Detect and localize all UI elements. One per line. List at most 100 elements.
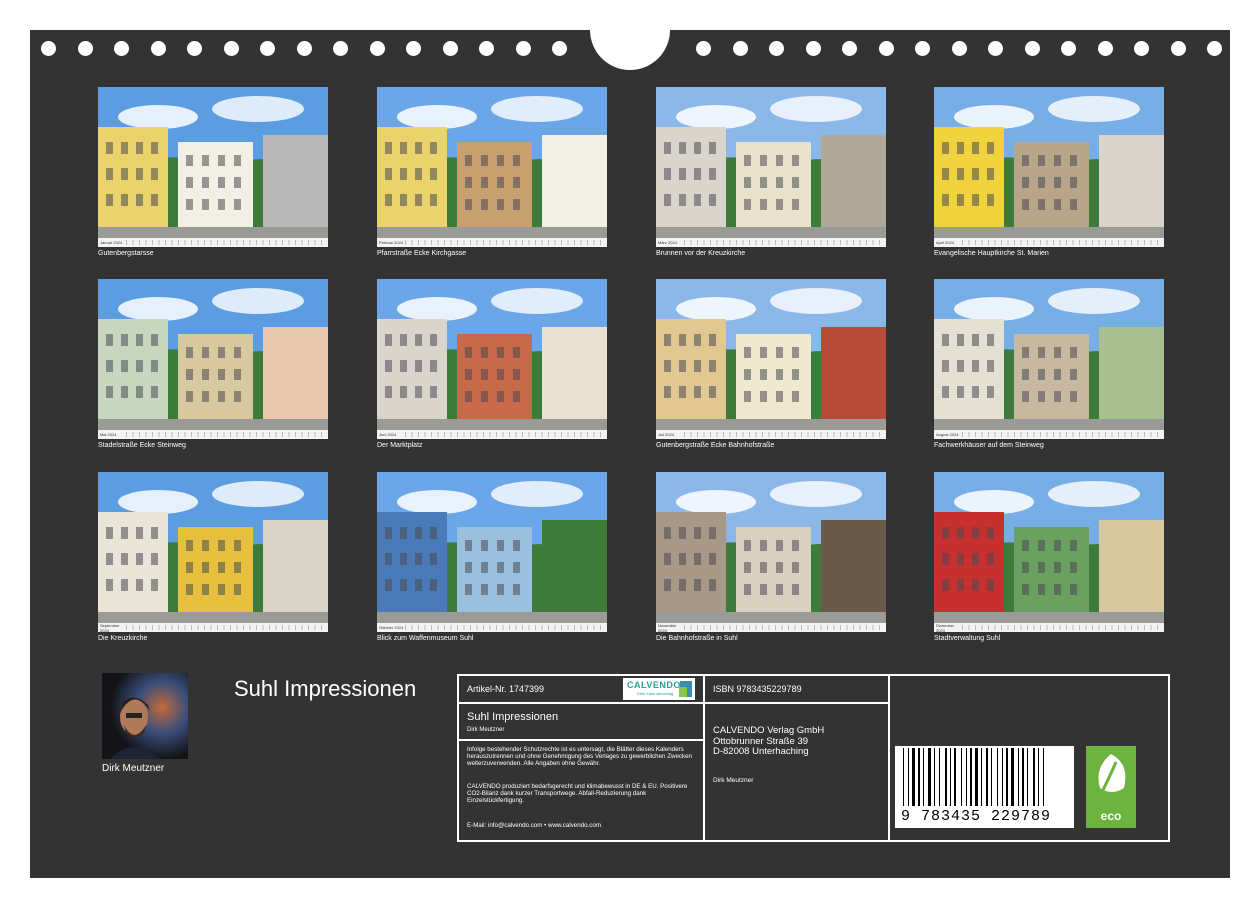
info-column-publisher: ISBN 9783435229789 CALVENDO Verlag GmbH … <box>705 676 890 840</box>
mini-calendar-strip: August 2024 <box>934 430 1164 439</box>
month-photo: November 2024 <box>656 472 886 632</box>
photo-caption: Blick zum Waffenmuseum Suhl <box>377 635 474 642</box>
binding-hole <box>915 41 930 56</box>
month-tile: Juli 2024 Gutenbergstraße Ecke Bahnhofstr… <box>656 279 886 449</box>
copyright-notice: Infolge bestehender Schutzrechte ist es … <box>467 746 692 767</box>
month-photo: April 2024 <box>934 87 1164 247</box>
month-tile: Dezember 2024 Stadtverwaltung Suhl <box>934 472 1164 642</box>
month-photo: Juli 2024 <box>656 279 886 439</box>
mini-calendar-strip: September 2024 <box>98 623 328 632</box>
author-name: Dirk Meutzner <box>102 763 165 774</box>
binding-hole <box>988 41 1003 56</box>
binding-hole <box>951 41 967 56</box>
eco-notice: CALVENDO produziert bedarfsgerecht und k… <box>467 783 688 804</box>
article-number: Artikel-Nr. 1747399 <box>467 684 545 694</box>
binding-hole <box>369 41 385 56</box>
month-photo: Mai 2024 <box>98 279 328 439</box>
binding-hole <box>1061 41 1076 56</box>
month-photo: Juni 2024 <box>377 279 607 439</box>
mini-calendar-strip: November 2024 <box>656 623 886 632</box>
month-photo: Dezember 2024 <box>934 472 1164 632</box>
binding-hole <box>333 41 348 56</box>
binding-hole <box>878 41 894 56</box>
calvendo-logo: CALVENDO Dein Kalenderverlag <box>623 678 695 700</box>
binding-hole <box>1170 41 1186 56</box>
binding-hole <box>187 41 202 56</box>
month-label: Oktober 2024 <box>379 625 404 630</box>
binding-hole <box>223 41 239 56</box>
mini-calendar-strip: Juli 2024 <box>656 430 886 439</box>
mini-calendar-strip: Mai 2024 <box>98 430 328 439</box>
month-tile: November 2024 Die Bahnhofstraße in Suhl <box>656 472 886 642</box>
binding-hole <box>150 41 166 56</box>
photo-caption: Die Bahnhofstraße in Suhl <box>656 635 738 642</box>
month-label: November 2024 <box>658 622 677 633</box>
photo-caption: Stadtverwaltung Suhl <box>934 635 1001 642</box>
month-tile: Januar 2024 Gutenbergstarsse <box>98 87 328 257</box>
mini-calendar-strip: April 2024 <box>934 238 1164 247</box>
month-label: März 2024 <box>658 240 677 245</box>
binding-hole <box>515 41 531 56</box>
binding-hole <box>260 41 275 56</box>
product-title: Suhl Impressionen <box>467 711 559 723</box>
binding-hole <box>1207 41 1222 56</box>
eco-label: eco <box>1100 809 1122 823</box>
month-tile: Februar 2024 Pfarrstraße Ecke Kirchgasse <box>377 87 607 257</box>
mini-calendar-strip: Dezember 2024 <box>934 623 1164 632</box>
isbn: ISBN 9783435229789 <box>713 684 802 694</box>
month-tile: Juni 2024 Der Marktplatz <box>377 279 607 449</box>
binding-hole <box>479 41 494 56</box>
month-label: September 2024 <box>100 622 120 633</box>
photo-caption: Gutenbergstarsse <box>98 250 154 257</box>
month-tile: April 2024 Evangelische Hauptkirche St. M… <box>934 87 1164 257</box>
binding-hole <box>296 41 312 56</box>
mini-calendar-strip: März 2024 <box>656 238 886 247</box>
month-tile: August 2024 Fachwerkhäuser auf dem Steinw… <box>934 279 1164 449</box>
binding-hole <box>114 41 129 56</box>
mini-calendar-strip: Februar 2024 <box>377 238 607 247</box>
binding-hole <box>842 41 857 56</box>
month-label: Juni 2024 <box>379 432 397 437</box>
month-photo: Februar 2024 <box>377 87 607 247</box>
month-photo: September 2024 <box>98 472 328 632</box>
month-tile: September 2024 Die Kreuzkirche <box>98 472 328 642</box>
month-tile: Mai 2024 Stadelstraße Ecke Steinweg <box>98 279 328 449</box>
publisher-address: CALVENDO Verlag GmbH Ottobrunner Straße … <box>713 725 825 757</box>
barcode: 9 783435 229789 <box>895 746 1074 828</box>
publisher-author: Dirk Meutzner <box>713 777 754 784</box>
product-info-box: Artikel-Nr. 1747399 CALVENDO Dein Kalend… <box>457 674 1170 842</box>
photo-caption: Stadelstraße Ecke Steinweg <box>98 442 186 449</box>
mini-calendar-strip: Januar 2024 <box>98 238 328 247</box>
binding-hole <box>732 41 748 56</box>
binding-hole <box>77 41 93 56</box>
photo-caption: Die Kreuzkirche <box>98 635 148 642</box>
month-label: August 2024 <box>936 432 959 437</box>
month-label: Mai 2024 <box>100 432 117 437</box>
eco-badge: eco <box>1086 746 1136 828</box>
calendar-back-page: Januar 2024 Gutenbergstarsse Februar 2024 P… <box>30 0 1230 878</box>
info-column-barcode: 9 783435 229789 eco <box>890 676 1168 840</box>
info-column-article: Artikel-Nr. 1747399 CALVENDO Dein Kalend… <box>459 676 705 840</box>
binding-hole <box>552 41 567 56</box>
barcode-number: 9 783435 229789 <box>901 808 1052 825</box>
photo-caption: Brunnen vor der Kreuzkirche <box>656 250 746 257</box>
binding-hole <box>769 41 784 56</box>
binding-hole <box>805 41 821 56</box>
month-label: Februar 2024 <box>379 240 404 245</box>
mini-calendar-strip: Juni 2024 <box>377 430 607 439</box>
photo-caption: Pfarrstraße Ecke Kirchgasse <box>377 250 467 257</box>
month-photo: Oktober 2024 <box>377 472 607 632</box>
contact-line: E-Mail: info@calvendo.com • www.calvendo… <box>467 822 601 829</box>
photo-caption: Der Marktplatz <box>377 442 423 449</box>
binding-hole <box>442 41 458 56</box>
month-label: April 2024 <box>936 240 955 245</box>
binding-hole <box>696 41 711 56</box>
month-photo: August 2024 <box>934 279 1164 439</box>
binding-hole <box>1024 41 1040 56</box>
month-tile: Oktober 2024 Blick zum Waffenmuseum Suhl <box>377 472 607 642</box>
photo-caption: Fachwerkhäuser auf dem Steinweg <box>934 442 1044 449</box>
calendar-title: Suhl Impressionen <box>234 676 417 701</box>
binding-hole <box>406 41 421 56</box>
month-photo: Januar 2024 <box>98 87 328 247</box>
product-author: Dirk Meutzner <box>467 727 505 733</box>
